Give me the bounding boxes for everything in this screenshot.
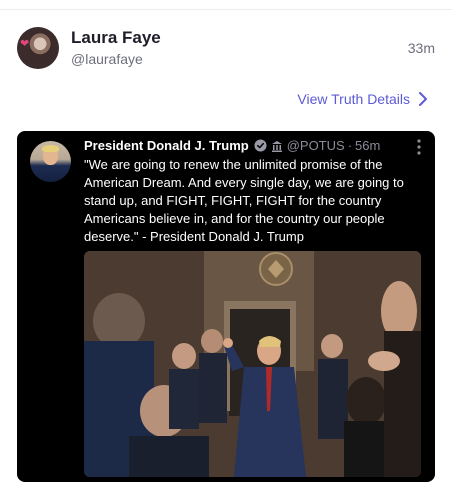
avatar-hair bbox=[42, 145, 59, 152]
view-truth-details-link[interactable]: View Truth Details bbox=[297, 91, 428, 107]
embed-author-name[interactable]: President Donald J. Trump bbox=[84, 138, 249, 153]
embed-avatar[interactable] bbox=[30, 141, 71, 182]
author-name[interactable]: Laura Faye bbox=[71, 28, 161, 48]
embed-author-handle[interactable]: @POTUS bbox=[287, 138, 345, 153]
embed-timestamp: 56m bbox=[355, 138, 381, 153]
quoted-truth-card[interactable]: President Donald J. Trump @POTUS · 56m "… bbox=[17, 131, 435, 482]
verified-badge-icon bbox=[254, 139, 267, 152]
embed-photo[interactable] bbox=[84, 251, 421, 477]
chevron-right-icon bbox=[419, 92, 427, 106]
top-divider bbox=[0, 9, 452, 10]
government-building-icon bbox=[271, 140, 282, 152]
more-vertical-icon[interactable] bbox=[417, 139, 421, 155]
embed-header: President Donald J. Trump @POTUS · 56m bbox=[84, 138, 380, 153]
photo-illustration bbox=[84, 251, 421, 477]
avatar[interactable]: ❤ bbox=[17, 27, 59, 69]
heart-icon: ❤ bbox=[20, 38, 30, 50]
view-truth-details-label: View Truth Details bbox=[297, 91, 410, 107]
author-handle[interactable]: @laurafaye bbox=[71, 51, 143, 67]
post-timestamp: 33m bbox=[407, 40, 435, 56]
embed-body-text: "We are going to renew the unlimited pro… bbox=[84, 157, 404, 244]
embed-separator: · bbox=[347, 138, 353, 153]
